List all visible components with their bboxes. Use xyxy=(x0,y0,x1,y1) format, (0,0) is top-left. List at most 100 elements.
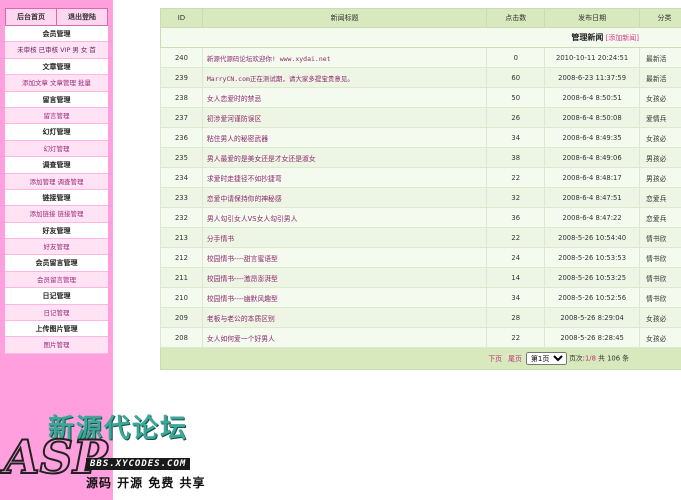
menu-section-links: 添加链接 链接管理 xyxy=(5,206,108,223)
row-category: 最新活 xyxy=(639,47,681,68)
next-page-link[interactable]: 下页 xyxy=(488,355,502,363)
last-page-link[interactable]: 尾页 xyxy=(508,355,522,363)
menu-section-title: 幻灯管理 xyxy=(5,124,108,141)
row-date: 2008-6-4 8:50:08 xyxy=(544,107,641,128)
menu-link[interactable]: 图片管理 xyxy=(44,341,70,349)
logout-link[interactable]: 退出登陆 xyxy=(56,9,107,25)
row-title-link[interactable]: 初涉爱河谨防误区 xyxy=(201,107,488,128)
admin-home-link[interactable]: 后台首页 xyxy=(6,9,56,25)
menu-link[interactable]: 幻灯管理 xyxy=(44,145,70,153)
row-title-link[interactable]: 校园情书----甜言蜜语型 xyxy=(201,247,488,268)
row-title-link[interactable]: MarryCN.com正在测试期，请大家多提宝贵意见。 xyxy=(201,67,488,88)
menu-link[interactable]: 添加文章 xyxy=(22,79,48,87)
row-category: 爱情兵 xyxy=(639,107,681,128)
row-date: 2008-5-26 8:29:04 xyxy=(544,307,641,328)
row-clicks: 50 xyxy=(486,87,546,108)
menu-link[interactable]: VIP xyxy=(60,46,70,54)
row-clicks: 32 xyxy=(486,187,546,208)
row-title-link[interactable]: 新源代源码论坛欢迎你! www.xydai.net xyxy=(201,47,488,68)
row-title-link[interactable]: 分手情书 xyxy=(201,227,488,248)
menu-section-links: 好友管理 xyxy=(5,239,108,256)
menu-link[interactable]: 男 xyxy=(72,46,79,54)
row-id: 238 xyxy=(160,87,203,108)
row-date: 2008-6-4 8:49:06 xyxy=(544,147,641,168)
menu-section-links: 会员留言管理 xyxy=(5,271,108,289)
menu-section-links: 添加管理 调查管理 xyxy=(5,173,108,190)
row-category: 情书欣 xyxy=(639,287,681,308)
table-row: 210 校园情书----幽默风趣型 34 2008-5-26 10:52:56 情书欣 xyxy=(160,287,681,308)
table-row: 209 老板与老公的本质区别 28 2008-5-26 8:29:04 女孩必 xyxy=(160,307,681,328)
menu-link[interactable]: 添加管理 xyxy=(30,178,56,186)
row-title-link[interactable]: 老板与老公的本质区别 xyxy=(201,307,488,328)
row-title-link[interactable]: 女人如何爱一个好男人 xyxy=(201,327,488,348)
table-row: 236 粘住男人的秘密武器 34 2008-6-4 8:49:35 女孩必 xyxy=(160,127,681,148)
menu-link[interactable]: 已审核 xyxy=(39,46,59,54)
row-category: 情书欣 xyxy=(639,267,681,288)
row-clicks: 14 xyxy=(486,267,546,288)
page-title: 管理新闻 xyxy=(571,33,604,42)
row-date: 2008-5-26 10:54:40 xyxy=(544,227,641,248)
table-header: ID 新闻标题 点击数 发布日期 分类 xyxy=(160,8,681,28)
menu-link[interactable]: 文章管理 xyxy=(50,79,76,87)
menu-link[interactable]: 首 xyxy=(89,46,96,54)
row-category: 男孩必 xyxy=(639,167,681,188)
row-clicks: 24 xyxy=(486,247,546,268)
row-title-link[interactable]: 校园情书----幽默风趣型 xyxy=(201,287,488,308)
table-row: 233 恋爱中请保持你的神秘感 32 2008-6-4 8:47:51 恋爱兵 xyxy=(160,187,681,208)
table-row: 235 男人最爱的是美女还是才女还是淑女 38 2008-6-4 8:49:06 男孩必 xyxy=(160,147,681,168)
table-row: 239 MarryCN.com正在测试期，请大家多提宝贵意见。 60 2008-6-2… xyxy=(160,67,681,88)
col-date: 发布日期 xyxy=(544,8,641,28)
row-id: 209 xyxy=(160,307,203,328)
row-title-link[interactable]: 女人恋爱时的禁忌 xyxy=(201,87,488,108)
table-row: 212 校园情书----甜言蜜语型 24 2008-5-26 10:53:53 情书欣 xyxy=(160,247,681,268)
row-date: 2008-6-23 11:37:59 xyxy=(544,67,641,88)
menu-section-title: 上传图片管理 xyxy=(5,321,108,338)
row-date: 2008-5-26 10:52:56 xyxy=(544,287,641,308)
news-table: 管理新闻 [添加新闻] ID 新闻标题 点击数 发布日期 分类 240 新源代源码… xyxy=(160,8,681,370)
menu-link[interactable]: 好友管理 xyxy=(44,243,70,251)
panel-title-row: 管理新闻 [添加新闻] xyxy=(160,27,681,48)
menu-section-title: 调查管理 xyxy=(5,157,108,174)
table-row: 211 校园情书----激昂澎湃型 14 2008-5-26 10:53:25 情书欣 xyxy=(160,267,681,288)
row-title-link[interactable]: 粘住男人的秘密武器 xyxy=(201,127,488,148)
row-category: 恋爱兵 xyxy=(639,207,681,228)
row-id: 235 xyxy=(160,147,203,168)
menu-link[interactable]: 会员留言管理 xyxy=(37,276,76,284)
row-clicks: 28 xyxy=(486,307,546,328)
page-select[interactable]: 第1页 xyxy=(525,352,567,365)
row-title-link[interactable]: 男人勾引女人VS女人勾引男人 xyxy=(201,207,488,228)
col-id: ID xyxy=(160,8,203,28)
menu-section-links: 幻灯管理 xyxy=(5,140,108,158)
menu-link[interactable]: 添加链接 xyxy=(30,210,56,218)
table-row: 240 新源代源码论坛欢迎你! www.xydai.net 0 2010-10-11 … xyxy=(160,47,681,68)
row-date: 2008-6-4 8:47:22 xyxy=(544,207,641,228)
menu-sections: 会员管理 未审核 已审核 VIP 男女首文章管理 添加文章 文章管理 批量 留言管理 留言管理 幻灯… xyxy=(5,26,108,354)
menu-link[interactable]: 批量 xyxy=(78,79,91,87)
row-title-link[interactable]: 男人最爱的是美女还是才女还是淑女 xyxy=(201,147,488,168)
row-title-link[interactable]: 求爱时走捷径不如抄捷弯 xyxy=(201,167,488,188)
row-title-link[interactable]: 校园情书----激昂澎湃型 xyxy=(201,267,488,288)
row-clicks: 36 xyxy=(486,207,546,228)
admin-menu: 后台首页 退出登陆 会员管理 未审核 已审核 VIP 男女首文章管理 添加文章 文章管理 批量… xyxy=(5,8,108,354)
menu-link[interactable]: 日记管理 xyxy=(44,309,70,317)
row-id: 212 xyxy=(160,247,203,268)
page-number: 1/8 xyxy=(584,354,596,363)
row-clicks: 60 xyxy=(486,67,546,88)
menu-link[interactable]: 未审核 xyxy=(17,46,37,54)
add-news-link[interactable]: [添加新闻] xyxy=(606,34,639,42)
row-category: 女孩必 xyxy=(639,127,681,148)
row-id: 213 xyxy=(160,227,203,248)
total-count: 共 106 条 xyxy=(598,354,629,363)
menu-link[interactable]: 留言管理 xyxy=(44,112,70,120)
row-id: 239 xyxy=(160,67,203,88)
table-row: 213 分手情书 22 2008-5-26 10:54:40 情书欣 xyxy=(160,227,681,248)
menu-link[interactable]: 链接管理 xyxy=(58,210,84,218)
menu-link[interactable]: 女 xyxy=(81,46,88,54)
row-title-link[interactable]: 恋爱中请保持你的神秘感 xyxy=(201,187,488,208)
row-category: 情书欣 xyxy=(639,247,681,268)
menu-section-title: 链接管理 xyxy=(5,189,108,207)
row-id: 211 xyxy=(160,267,203,288)
row-date: 2010-10-11 20:24:51 xyxy=(544,47,641,68)
menu-link[interactable]: 调查管理 xyxy=(58,178,84,186)
row-clicks: 22 xyxy=(486,167,546,188)
